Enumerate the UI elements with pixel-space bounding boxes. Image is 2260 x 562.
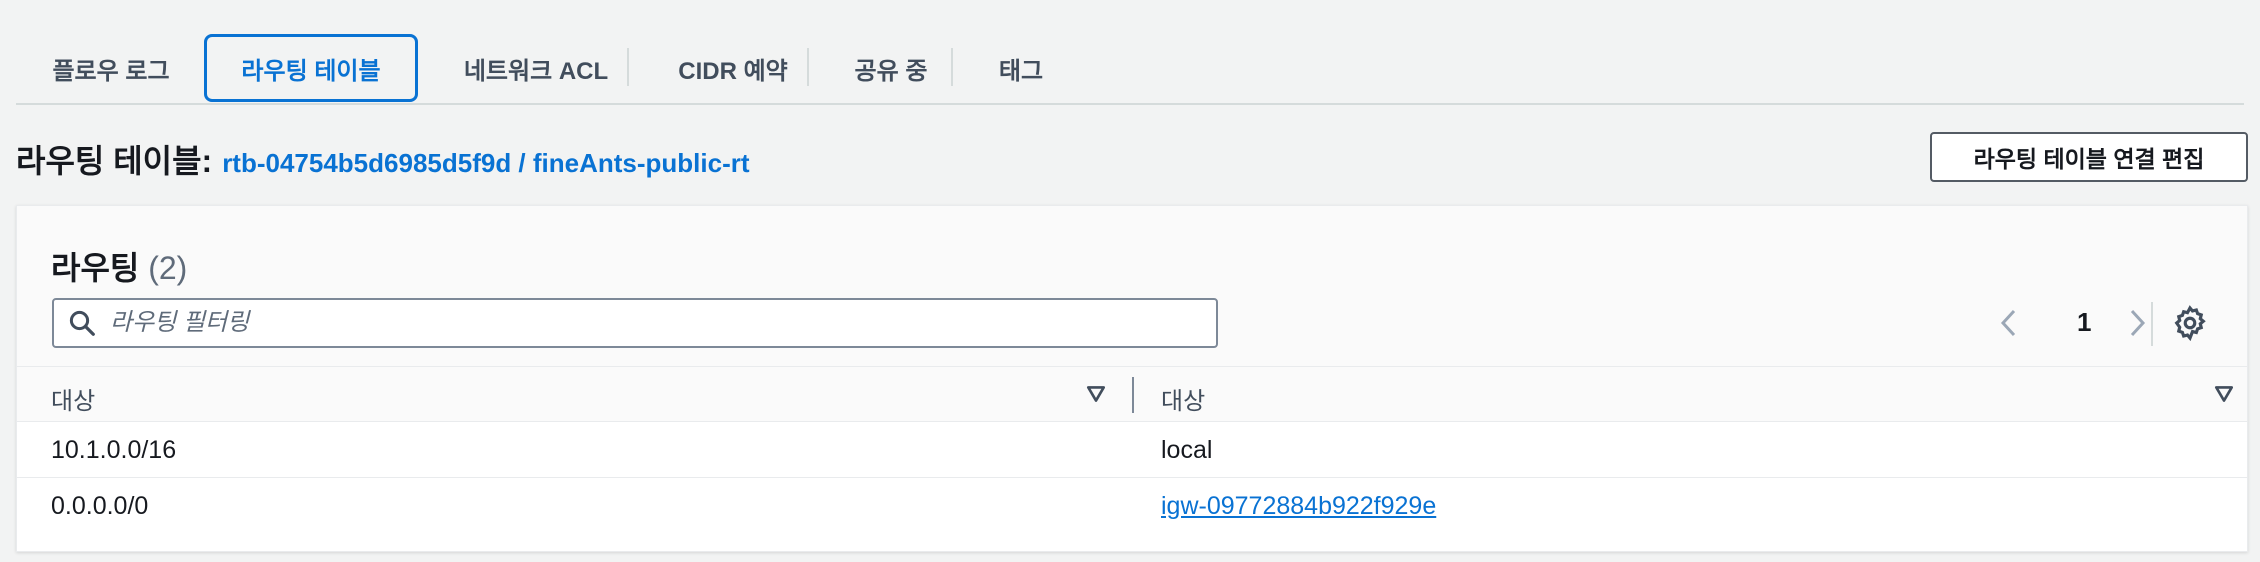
next-page-icon[interactable] [2125,307,2149,344]
tab-cidr-reservations[interactable]: CIDR 예약 [648,34,818,102]
settings-gear-icon[interactable] [2171,304,2209,347]
sort-icon[interactable] [1085,383,1107,410]
route-filter-input[interactable] [110,309,1190,337]
routes-table-header: 대상 대상 [17,366,2247,422]
tab-sharing[interactable]: 공유 중 [830,34,952,102]
route-filter[interactable] [52,298,1218,348]
tab-separator [807,48,809,86]
routes-panel-header: 라우팅 (2) 1 [17,206,2247,366]
pager-separator [2151,302,2153,346]
routes-title: 라우팅 (2) [51,250,188,286]
column-header-destination[interactable]: 대상 [51,381,95,416]
tab-tags[interactable]: 태그 [976,34,1066,102]
current-page[interactable]: 1 [2077,307,2091,338]
routes-count: (2) [148,250,188,286]
column-header-target[interactable]: 대상 [1161,381,1205,416]
tab-separator [951,48,953,86]
detail-tabs: 플로우 로그 라우팅 테이블 네트워크 ACL CIDR 예약 공유 중 태그 [16,30,2244,105]
route-target: local [1161,436,1213,464]
routes-panel: 라우팅 (2) 1 [16,205,2248,552]
route-destination: 10.1.0.0/16 [51,436,177,464]
tab-route-tables[interactable]: 라우팅 테이블 [204,34,418,102]
tab-network-acl[interactable]: 네트워크 ACL [436,34,636,102]
search-icon [54,308,110,338]
tab-flow-logs[interactable]: 플로우 로그 [36,34,186,102]
sort-icon[interactable] [2213,383,2235,410]
route-table-link[interactable]: rtb-04754b5d6985d5f9d / fineAnts-public-… [222,148,749,179]
table-row: 10.1.0.0/16 local [17,422,2247,478]
edit-route-table-association-button[interactable]: 라우팅 테이블 연결 편집 [1930,132,2248,182]
route-target-link[interactable]: igw-09772884b922f929e [1161,492,1436,521]
table-row: 0.0.0.0/0 igw-09772884b922f929e [17,478,2247,534]
route-destination: 0.0.0.0/0 [51,492,149,520]
previous-page-icon[interactable] [1997,307,2021,344]
tab-separator [627,48,629,86]
route-table-header: 라우팅 테이블: rtb-04754b5d6985d5f9d / fineAnt… [16,136,750,179]
route-table-label: 라우팅 테이블: [16,143,213,179]
column-divider[interactable] [1132,377,1134,413]
